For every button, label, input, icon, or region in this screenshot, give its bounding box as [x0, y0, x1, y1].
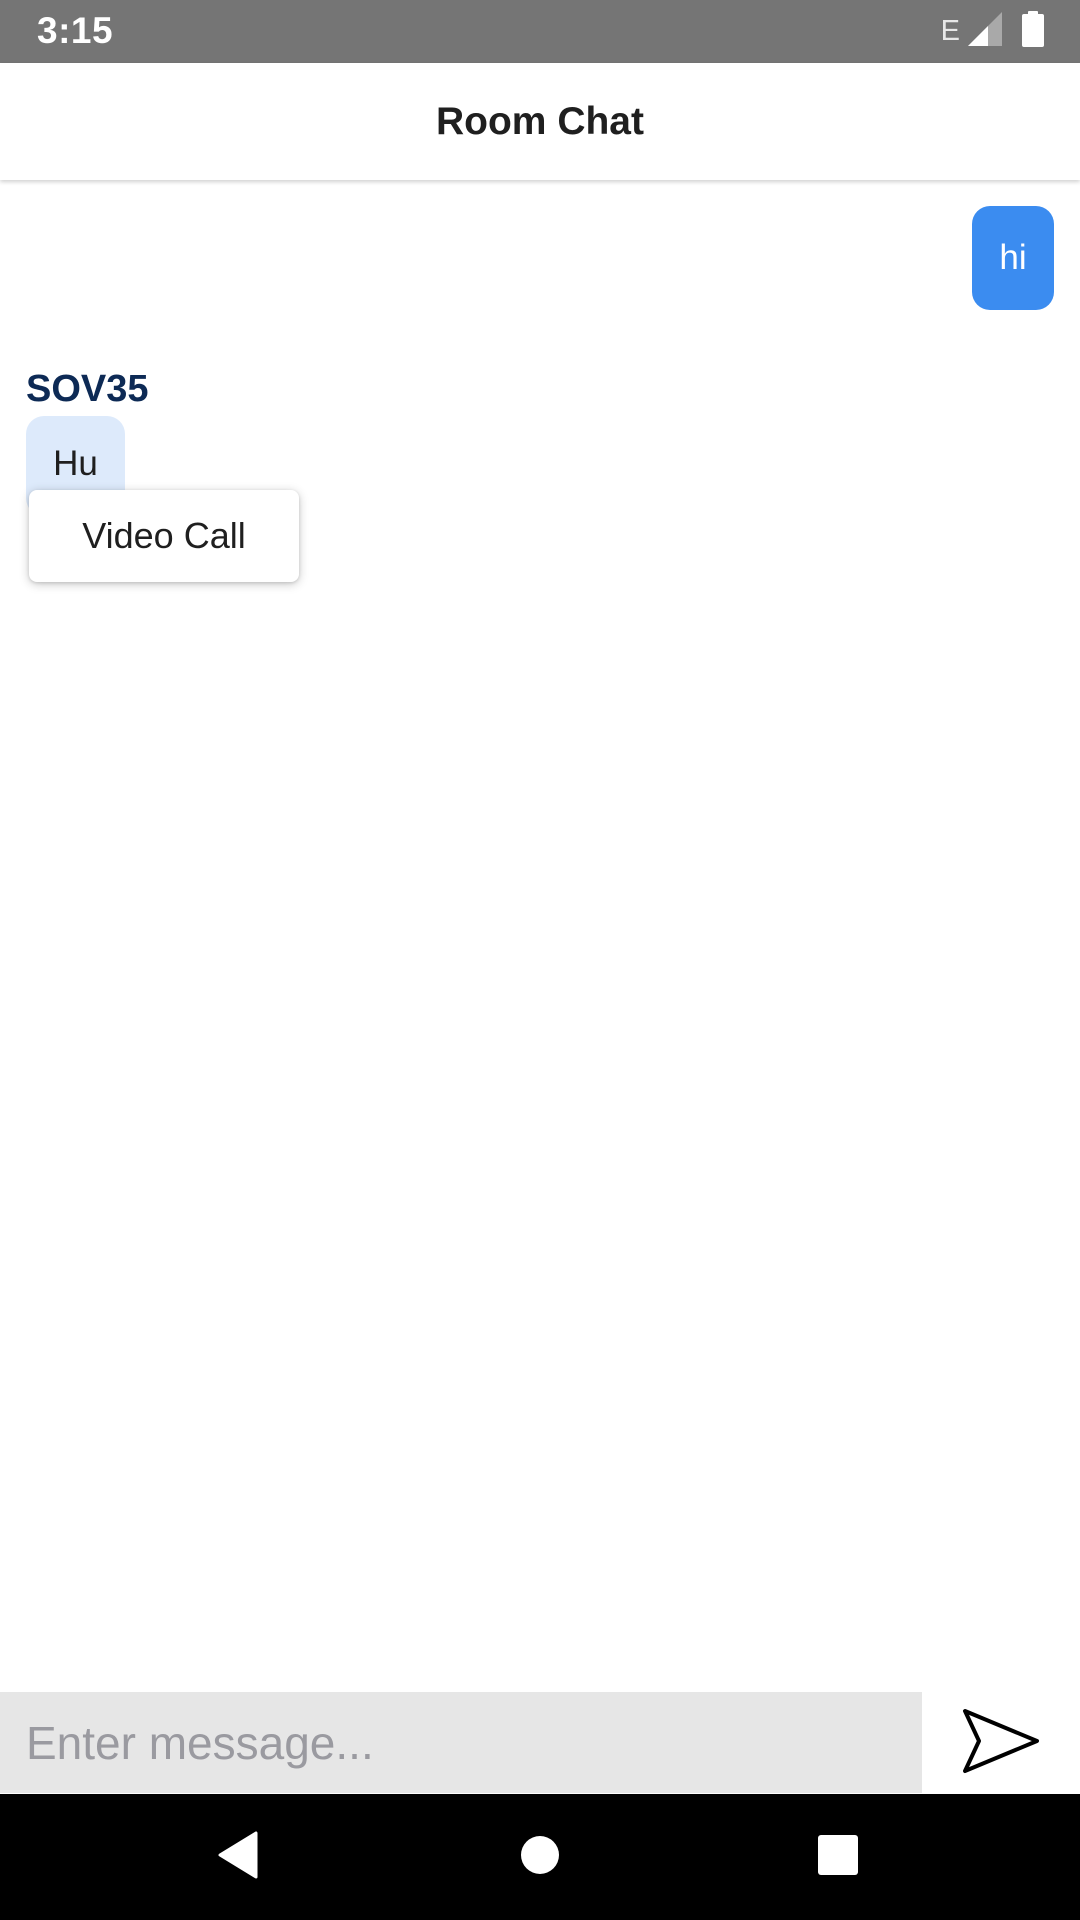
battery-icon — [1022, 11, 1044, 52]
home-button[interactable] — [480, 1794, 600, 1920]
network-type-label: E — [940, 15, 960, 47]
send-button[interactable] — [950, 1706, 1050, 1780]
status-time: 3:15 — [37, 10, 114, 51]
sender-name: SOV35 — [26, 368, 149, 410]
message-list[interactable]: hi SOV35 Hu Video Call — [0, 182, 1080, 1692]
back-button[interactable] — [178, 1794, 298, 1920]
system-nav-bar — [0, 1794, 1080, 1920]
context-menu: Video Call — [29, 490, 299, 582]
video-call-menu-item[interactable]: Video Call — [82, 515, 245, 557]
recents-button[interactable] — [778, 1794, 898, 1920]
back-icon — [216, 1831, 260, 1884]
page-title: Room Chat — [436, 99, 644, 143]
recents-icon — [818, 1834, 858, 1880]
status-icons: E — [940, 11, 1044, 52]
app-header: Room Chat — [0, 63, 1080, 180]
status-bar: 3:15 E — [0, 0, 1080, 63]
signal-icon — [968, 12, 1002, 51]
send-icon — [957, 1705, 1043, 1782]
outgoing-message-bubble[interactable]: hi — [972, 206, 1054, 310]
message-composer — [0, 1692, 1080, 1793]
message-input[interactable] — [0, 1692, 922, 1793]
home-icon — [520, 1835, 560, 1880]
